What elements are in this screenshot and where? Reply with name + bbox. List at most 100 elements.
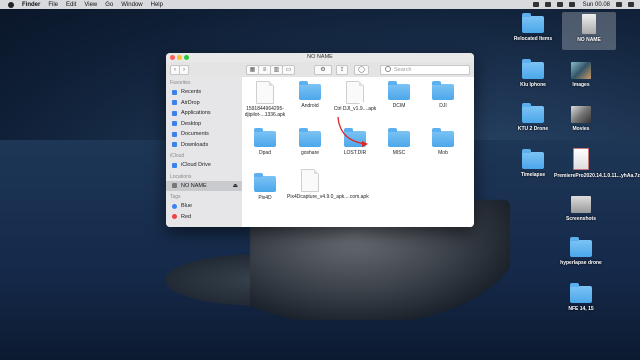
desktop-item-screenshots[interactable]: Screenshots (554, 196, 608, 222)
desktop-label: Screenshots (565, 216, 596, 222)
sidebar-item-downloads[interactable]: Downloads (166, 140, 242, 151)
desktop-label: Movies (572, 126, 590, 132)
desktop-item-no-name[interactable]: NO NAME (562, 12, 616, 50)
desktop-label: Timelapse (520, 172, 546, 178)
menu-file[interactable]: File (48, 2, 58, 8)
title-bar[interactable]: NO NAME (166, 53, 474, 62)
desktop-item-movies[interactable]: Movies (554, 106, 608, 132)
toolbar: ‹ › ▦ ≡ ▥ ▭ ⚙ ⇪ ◯ Search (166, 62, 474, 78)
drive-icon (172, 183, 177, 189)
action-gear-icon[interactable]: ⚙ (314, 65, 332, 75)
tag-dot-icon (172, 203, 177, 209)
sidebar-item-label: Desktop (181, 120, 202, 127)
arrow-head (362, 141, 368, 147)
menu-view[interactable]: View (84, 2, 97, 8)
document-icon (172, 131, 177, 137)
sidebar-item-label: Downloads (181, 141, 209, 148)
sidebar-item-desktop[interactable]: Desktop (166, 119, 242, 130)
folder-icon (522, 13, 544, 33)
airdrop-icon (172, 100, 177, 106)
menu-edit[interactable]: Edit (66, 2, 76, 8)
sidebar-item-label: Recents (181, 89, 202, 96)
image-icon (571, 196, 591, 213)
image-icon (571, 62, 591, 79)
menu-go[interactable]: Go (105, 2, 113, 8)
search-icon[interactable] (616, 2, 622, 7)
bluetooth-icon[interactable] (544, 2, 551, 7)
cloud-icon (172, 162, 177, 168)
zoom-icon[interactable] (184, 55, 189, 60)
drive-icon (582, 14, 596, 34)
sidebar-item-no-name[interactable]: NO NAME ⏏ (166, 180, 242, 191)
applications-icon (172, 110, 177, 116)
search-placeholder: Search (394, 67, 412, 73)
window-controls (170, 55, 191, 60)
desktop-item-klu-iphone[interactable]: Klu Iphone (506, 59, 560, 88)
menu-bar: Finder File Edit View Go Window Help Sun… (0, 0, 640, 9)
sidebar-item-applications[interactable]: Applications (166, 108, 242, 119)
sidebar-item-label: Red (181, 213, 192, 220)
folder-icon (522, 149, 544, 169)
desktop-label: NO NAME (577, 37, 601, 43)
menu-help[interactable]: Help (151, 2, 163, 8)
archive-icon (573, 148, 589, 170)
desktop-label: Relocated Items (513, 36, 553, 42)
download-icon (172, 142, 177, 148)
arrow-path (337, 116, 367, 145)
menu-app-name[interactable]: Finder (22, 2, 40, 8)
apple-menu-icon[interactable] (8, 1, 14, 8)
desktop-item-hyperlapse-drone[interactable]: hyperlapse drone (554, 237, 608, 266)
minimize-icon[interactable] (177, 55, 182, 60)
close-icon[interactable] (170, 55, 175, 60)
sidebar-item-label: NO NAME (181, 182, 207, 189)
sidebar-heading-tags: Tags (170, 194, 181, 200)
sidebar-item-recents[interactable]: Recents (166, 87, 242, 98)
eject-icon[interactable]: ⏏ (233, 183, 238, 189)
desktop-label: NFE 14, 15 (568, 306, 594, 312)
status-icon[interactable] (532, 2, 539, 7)
sidebar-heading-locations: Locations (170, 173, 192, 180)
sidebar-heading-icloud: iCloud (170, 153, 185, 159)
desktop-item-premierepro-archive[interactable]: PremierePro2020.14.1.0.11...yhAa.7z (554, 148, 640, 179)
desktop-item-relocated-items[interactable]: Relocated Items (506, 13, 560, 42)
sidebar-item-documents[interactable]: Documents (166, 129, 242, 140)
menu-window[interactable]: Window (121, 2, 142, 8)
desktop-label: hyperlapse drone (560, 260, 602, 266)
sidebar-item-airdrop[interactable]: AirDrop (166, 98, 242, 109)
desktop-item-timelapse[interactable]: Timelapse (506, 149, 560, 178)
sidebar-item-label: Applications (181, 110, 211, 117)
window-title: NO NAME (307, 54, 333, 60)
forward-button[interactable]: › (179, 65, 189, 75)
folder-icon (570, 237, 592, 257)
sidebar-item-tag-red[interactable]: Red (166, 212, 242, 223)
folder-icon (522, 103, 544, 123)
desktop-item-nfe-14-15[interactable]: NFE 14, 15 (554, 283, 608, 312)
desktop-label: PremierePro2020.14.1.0.11...yhAa.7z (554, 173, 640, 179)
image-icon (571, 106, 591, 123)
desktop-label: Images (572, 82, 590, 88)
desktop-label: KTU 2 Drone (517, 126, 549, 132)
desktop-item-images[interactable]: Images (554, 62, 608, 88)
finder-window: NO NAME ‹ › ▦ ≡ ▥ ▭ ⚙ ⇪ ◯ Search Favorit… (166, 53, 474, 227)
search-icon (385, 66, 391, 72)
tag-icon[interactable]: ◯ (354, 65, 369, 75)
desktop-item-ktu-2-drone[interactable]: KTU 2 Drone (506, 103, 560, 132)
search-input[interactable]: Search (380, 65, 470, 75)
folder-icon (570, 283, 592, 303)
desktop-icon (172, 121, 177, 127)
sidebar-item-icloud-drive[interactable]: iCloud Drive (166, 160, 242, 171)
battery-icon[interactable] (568, 2, 575, 7)
clock-icon (172, 89, 177, 95)
menu-clock[interactable]: Sun 00.08 (583, 2, 610, 8)
sidebar-item-label: Blue (181, 203, 193, 210)
gallery-view-button[interactable]: ▭ (282, 65, 295, 75)
control-center-icon[interactable] (628, 2, 634, 7)
share-icon[interactable]: ⇪ (336, 65, 348, 75)
sidebar-item-tag-blue[interactable]: Blue (166, 201, 242, 212)
sidebar-item-label: AirDrop (181, 99, 200, 106)
desktop-label: Klu Iphone (520, 82, 546, 88)
folder-icon (522, 59, 544, 79)
sidebar-heading-favorites: Favorites (170, 80, 191, 86)
wifi-icon[interactable] (556, 2, 563, 7)
status-area: Sun 00.08 (527, 2, 634, 8)
